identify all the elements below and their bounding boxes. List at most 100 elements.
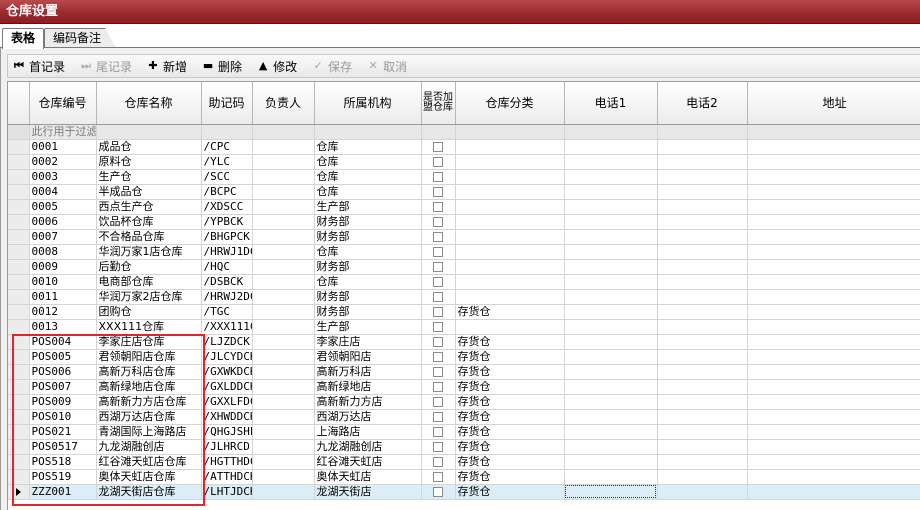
org-cell[interactable]: 西湖万达店 (314, 409, 422, 425)
mnemonic-cell[interactable]: /ATTHDCK (201, 469, 253, 485)
table-row[interactable]: 0007 不合格品仓库/BHGPCK 财务部 (8, 229, 920, 245)
code-cell[interactable]: 0012 (29, 304, 97, 320)
address-cell[interactable] (747, 154, 920, 170)
franchise-cell[interactable] (421, 469, 456, 485)
org-cell[interactable]: 仓库 (314, 244, 422, 260)
phone2-cell[interactable] (657, 304, 748, 320)
category-cell[interactable]: 存货仓 (455, 409, 565, 425)
mnemonic-cell[interactable]: /QHGJSHLD (201, 424, 253, 440)
table-row[interactable]: 0002 原料仓/YLC 仓库 (8, 154, 920, 170)
address-cell[interactable] (747, 424, 920, 440)
code-cell[interactable]: 0003 (29, 169, 97, 185)
org-cell[interactable]: 仓库 (314, 184, 422, 200)
mnemonic-cell[interactable]: /HRWJ1DC (201, 244, 253, 260)
franchise-checkbox[interactable] (433, 351, 443, 362)
edit-button[interactable]: ▲ 修改 (256, 56, 297, 76)
mnemonic-cell[interactable]: /CPC (201, 139, 253, 155)
address-cell[interactable] (747, 289, 920, 305)
column-header[interactable]: 助记码 (201, 82, 253, 125)
franchise-checkbox[interactable] (433, 441, 443, 452)
filter-cell[interactable] (657, 124, 748, 140)
table-row[interactable]: POS007 高新绿地店仓库/GXLDDCK 高新绿地店 存货仓 (8, 379, 920, 395)
franchise-cell[interactable] (421, 394, 456, 410)
phone1-cell[interactable] (564, 289, 658, 305)
mnemonic-cell[interactable]: /HQC (201, 259, 253, 275)
org-cell[interactable]: 仓库 (314, 139, 422, 155)
address-cell[interactable] (747, 229, 920, 245)
phone1-cell[interactable] (564, 154, 658, 170)
phone1-cell[interactable] (564, 394, 658, 410)
filter-cell[interactable] (455, 124, 565, 140)
org-cell[interactable]: 九龙湖融创店 (314, 439, 422, 455)
phone2-cell[interactable] (657, 439, 748, 455)
name-cell[interactable]: 九龙湖融创店 (96, 439, 202, 455)
org-cell[interactable]: 仓库 (314, 274, 422, 290)
code-cell[interactable]: 0010 (29, 274, 97, 290)
phone2-cell[interactable] (657, 394, 748, 410)
name-cell[interactable]: 高新新力方店仓库 (96, 394, 202, 410)
phone2-cell[interactable] (657, 169, 748, 185)
filter-cell[interactable] (747, 124, 920, 140)
franchise-checkbox[interactable] (433, 201, 443, 212)
table-row[interactable]: 0009 后勤仓/HQC 财务部 (8, 259, 920, 275)
phone1-cell[interactable] (564, 334, 658, 350)
table-row[interactable]: POS0517 九龙湖融创店/JLHRCD 九龙湖融创店 存货仓 (8, 439, 920, 455)
manager-cell[interactable] (252, 394, 315, 410)
name-cell[interactable]: 君领朝阳店仓库 (96, 349, 202, 365)
franchise-cell[interactable] (421, 274, 456, 290)
category-cell[interactable]: 存货仓 (455, 334, 565, 350)
name-cell[interactable]: 饮品杯仓库 (96, 214, 202, 230)
franchise-cell[interactable] (421, 334, 456, 350)
category-cell[interactable]: 存货仓 (455, 304, 565, 320)
phone2-cell[interactable] (657, 289, 748, 305)
category-cell[interactable] (455, 244, 565, 260)
franchise-cell[interactable] (421, 289, 456, 305)
column-header[interactable]: 仓库分类 (455, 82, 565, 125)
mnemonic-cell[interactable]: /XDSCC (201, 199, 253, 215)
filter-cell[interactable] (421, 124, 456, 140)
column-header[interactable]: 仓库编号 (29, 82, 97, 125)
manager-cell[interactable] (252, 184, 315, 200)
org-cell[interactable]: 财务部 (314, 304, 422, 320)
manager-cell[interactable] (252, 424, 315, 440)
name-cell[interactable]: 红谷滩天虹店仓库 (96, 454, 202, 470)
manager-cell[interactable] (252, 304, 315, 320)
org-cell[interactable]: 财务部 (314, 259, 422, 275)
cancel-button[interactable]: ✕ 取消 (366, 56, 407, 76)
code-cell[interactable]: ZZZ001 (29, 484, 97, 500)
phone1-cell[interactable] (564, 139, 658, 155)
phone1-cell[interactable] (564, 409, 658, 425)
franchise-checkbox[interactable] (433, 456, 443, 467)
franchise-checkbox[interactable] (433, 321, 443, 332)
code-cell[interactable]: POS006 (29, 364, 97, 380)
code-cell[interactable]: 0002 (29, 154, 97, 170)
org-cell[interactable]: 高新新力方店 (314, 394, 422, 410)
add-button[interactable]: ✚ 新增 (146, 56, 187, 76)
code-cell[interactable]: POS021 (29, 424, 97, 440)
table-row[interactable]: 0011 华润万家2店仓库/HRWJ2DC 财务部 (8, 289, 920, 305)
name-cell[interactable]: 生产仓 (96, 169, 202, 185)
phone2-cell[interactable] (657, 379, 748, 395)
table-row[interactable]: ZZZ001 龙湖天街店仓库/LHTJDCK 龙湖天街店 存货仓 (8, 484, 920, 500)
mnemonic-cell[interactable]: /SCC (201, 169, 253, 185)
org-cell[interactable]: 李家庄店 (314, 334, 422, 350)
org-cell[interactable]: 高新绿地店 (314, 379, 422, 395)
franchise-checkbox[interactable] (433, 276, 443, 287)
manager-cell[interactable] (252, 484, 315, 500)
mnemonic-cell[interactable]: /XHWDDCK (201, 409, 253, 425)
code-cell[interactable]: 0009 (29, 259, 97, 275)
save-button[interactable]: ✓ 保存 (311, 56, 352, 76)
mnemonic-cell[interactable]: /YLC (201, 154, 253, 170)
franchise-checkbox[interactable] (433, 246, 443, 257)
name-cell[interactable]: 原料仓 (96, 154, 202, 170)
mnemonic-cell[interactable]: /TGC (201, 304, 253, 320)
code-cell[interactable]: 0001 (29, 139, 97, 155)
manager-cell[interactable] (252, 469, 315, 485)
manager-cell[interactable] (252, 169, 315, 185)
first-button[interactable]: ⏮ 首记录 (12, 56, 65, 76)
org-cell[interactable]: 生产部 (314, 319, 422, 335)
phone1-cell[interactable] (564, 199, 658, 215)
address-cell[interactable] (747, 259, 920, 275)
table-row[interactable]: 0004 半成品仓/BCPC 仓库 (8, 184, 920, 200)
column-header[interactable]: 仓库名称 (96, 82, 202, 125)
